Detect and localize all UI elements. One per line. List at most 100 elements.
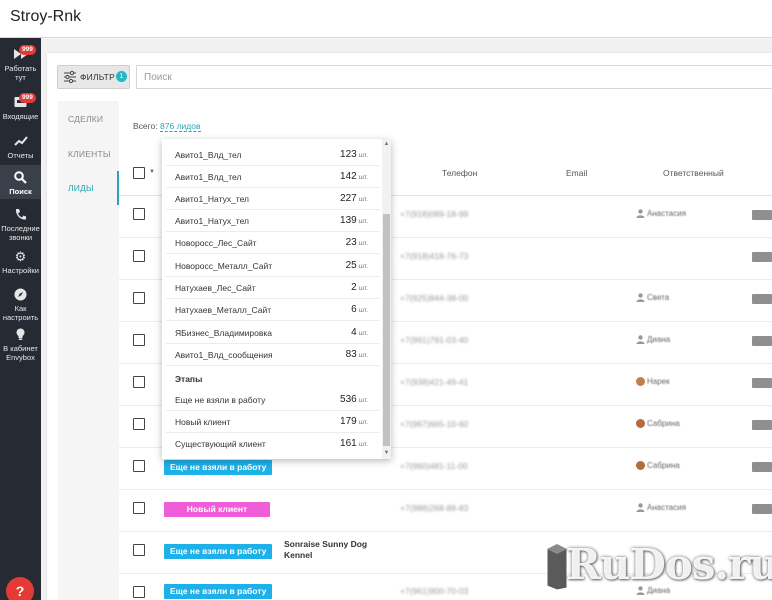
phone-cell: +7(960)481-11-00 [400, 461, 468, 471]
stage-badge: Еще не взяли в работу [164, 460, 273, 475]
app-header: Stroy-Rnk [0, 0, 772, 38]
scroll-up-icon[interactable]: ▲ [382, 140, 391, 148]
lead-name[interactable]: Sonraise Sunny Dog Kennel [284, 539, 384, 561]
status-indicator [752, 378, 772, 388]
stage-row[interactable]: Новый клиент 179 шт. [166, 411, 380, 433]
sidebar-item-recent-calls[interactable]: Последние звонки [0, 208, 41, 242]
select-all-checkbox[interactable] [133, 167, 145, 179]
notification-badge: 999 [19, 45, 36, 55]
sidebar-item-label: Входящие [2, 112, 39, 121]
filter-sliders-icon [64, 70, 76, 85]
source-row[interactable]: Авито1_Влд_тел 123 шт. [166, 144, 380, 166]
sidebar-item-search[interactable]: Поиск [0, 165, 41, 199]
watermark-text: RuDos.ru [566, 540, 772, 589]
phone-icon [13, 208, 29, 222]
filter-button[interactable]: ФИЛЬТР 1 [57, 65, 130, 89]
stage-badge: Еще не взяли в работу [164, 544, 273, 559]
row-checkbox[interactable] [133, 586, 145, 598]
avatar [636, 377, 645, 387]
status-indicator [752, 210, 772, 220]
source-row[interactable]: Натухаев_Металл_Сайт 6 шт. [166, 299, 380, 321]
filter-label: ФИЛЬТР [80, 72, 115, 82]
notification-badge: 999 [19, 93, 36, 103]
phone-cell: +7(967)665-10-60 [400, 419, 469, 429]
user-icon [636, 335, 645, 345]
source-row[interactable]: Новоросс_Лес_Сайт 23 шт. [166, 232, 380, 254]
status-indicator [752, 462, 772, 472]
source-row[interactable]: Натухаев_Лес_Сайт 2 шт. [166, 277, 380, 299]
chevron-down-icon[interactable]: ▼ [149, 169, 155, 175]
column-header-phone[interactable]: Телефон [442, 168, 477, 178]
scroll-down-icon[interactable]: ▼ [382, 449, 391, 457]
phone-cell: +7(918)089-18-99 [400, 209, 469, 219]
sidebar-item-reports[interactable]: Отчеты [0, 135, 41, 165]
watermark-cube-icon [546, 542, 568, 592]
responsible-cell: Света [636, 293, 669, 303]
sidebar-item-inbox[interactable]: 999 Входящие [0, 93, 41, 126]
source-row[interactable]: Новоросс_Металл_Сайт 25 шт. [166, 255, 380, 277]
gear-icon: ⚙ [14, 249, 27, 264]
row-checkbox[interactable] [133, 418, 145, 430]
help-button[interactable]: ? [6, 577, 34, 600]
stages-section-title: Этапы [175, 374, 203, 384]
stage-row[interactable]: Еще не взяли в работу 536 шт. [166, 389, 380, 411]
phone-cell: +7(991)791-03-40 [400, 335, 469, 345]
scrollbar-thumb[interactable] [383, 214, 390, 446]
status-indicator [752, 420, 772, 430]
responsible-cell: Сабрина [636, 419, 680, 429]
sidebar-item-settings[interactable]: ⚙ Настройки [0, 250, 41, 276]
tab-clients[interactable]: КЛИЕНТЫ [58, 137, 119, 171]
row-checkbox[interactable] [133, 334, 145, 346]
tab-deals[interactable]: СДЕЛКИ [58, 102, 119, 136]
dropdown-scrollbar[interactable]: ▲ ▼ [382, 139, 391, 459]
sidebar-item-label: Поиск [9, 187, 32, 196]
sidebar-item-work-here[interactable]: 999 Работать тут [0, 45, 41, 88]
user-icon [636, 209, 645, 219]
sidebar-item-label: В кабинет Envybox [3, 344, 38, 362]
total-prefix: Всего: [133, 121, 158, 131]
phone-cell: +7(938)421-49-41 [400, 377, 469, 387]
responsible-cell: Анастасия [636, 209, 686, 219]
row-checkbox[interactable] [133, 460, 145, 472]
sidebar-item-label: Отчеты [7, 151, 34, 160]
avatar [636, 461, 645, 471]
row-checkbox[interactable] [133, 544, 145, 556]
row-checkbox[interactable] [133, 250, 145, 262]
column-header-responsible[interactable]: Ответственный [663, 168, 724, 178]
row-checkbox[interactable] [133, 292, 145, 304]
sidebar-item-envybox-cabinet[interactable]: В кабинет Envybox [0, 328, 41, 364]
search-icon [13, 171, 29, 185]
column-header-email[interactable]: Email [566, 168, 587, 178]
lead-count-dropdown: Авито1_Влд_тел 123 шт. Авито1_Влд_тел 142 шт… [162, 139, 391, 459]
user-icon [636, 293, 645, 303]
row-checkbox[interactable] [133, 208, 145, 220]
sidebar-item-how-to-setup[interactable]: Как настроить [0, 288, 41, 322]
source-row[interactable]: Авито1_Натух_тел 227 шт. [166, 188, 380, 210]
sidebar: 999 Работать тут 999 Входящие Отчеты Пои… [0, 38, 41, 600]
lightbulb-icon [13, 328, 29, 342]
responsible-cell: Нарек [636, 377, 670, 387]
source-row[interactable]: Авито1_Влд_тел 142 шт. [166, 166, 380, 188]
responsible-cell: Сабрина [636, 461, 680, 471]
table-row[interactable]: Новый клиент +7(988)268-88-83 Анастасия [119, 490, 772, 532]
app-title: Stroy-Rnk [10, 8, 82, 25]
compass-icon [13, 288, 29, 302]
total-count-link[interactable]: 876 лидов [160, 121, 201, 132]
status-indicator [752, 336, 772, 346]
source-row[interactable]: Авито1_Влд_сообщения 83 шт. [166, 344, 380, 366]
stage-row[interactable]: Существующий клиент 161 шт. [166, 433, 380, 455]
status-indicator [752, 504, 772, 514]
stage-badge: Еще не взяли в работу [164, 584, 273, 599]
phone-cell: +7(918)418-76-73 [400, 251, 469, 261]
responsible-cell: Анастасия [636, 503, 686, 513]
filter-count-badge: 1 [116, 71, 127, 82]
row-checkbox[interactable] [133, 376, 145, 388]
phone-cell: +7(988)268-88-83 [400, 503, 469, 513]
tab-leads[interactable]: ЛИДЫ [58, 171, 119, 205]
source-row[interactable]: Авито1_Натух_тел 139 шт. [166, 210, 380, 232]
search-input[interactable] [136, 65, 772, 89]
source-row[interactable]: ЯБизнес_Владимировка 4 шт. [166, 322, 380, 344]
phone-cell: +7(961)900-70-03 [400, 586, 469, 596]
row-checkbox[interactable] [133, 502, 145, 514]
phone-cell: +7(925)844-38-00 [400, 293, 469, 303]
